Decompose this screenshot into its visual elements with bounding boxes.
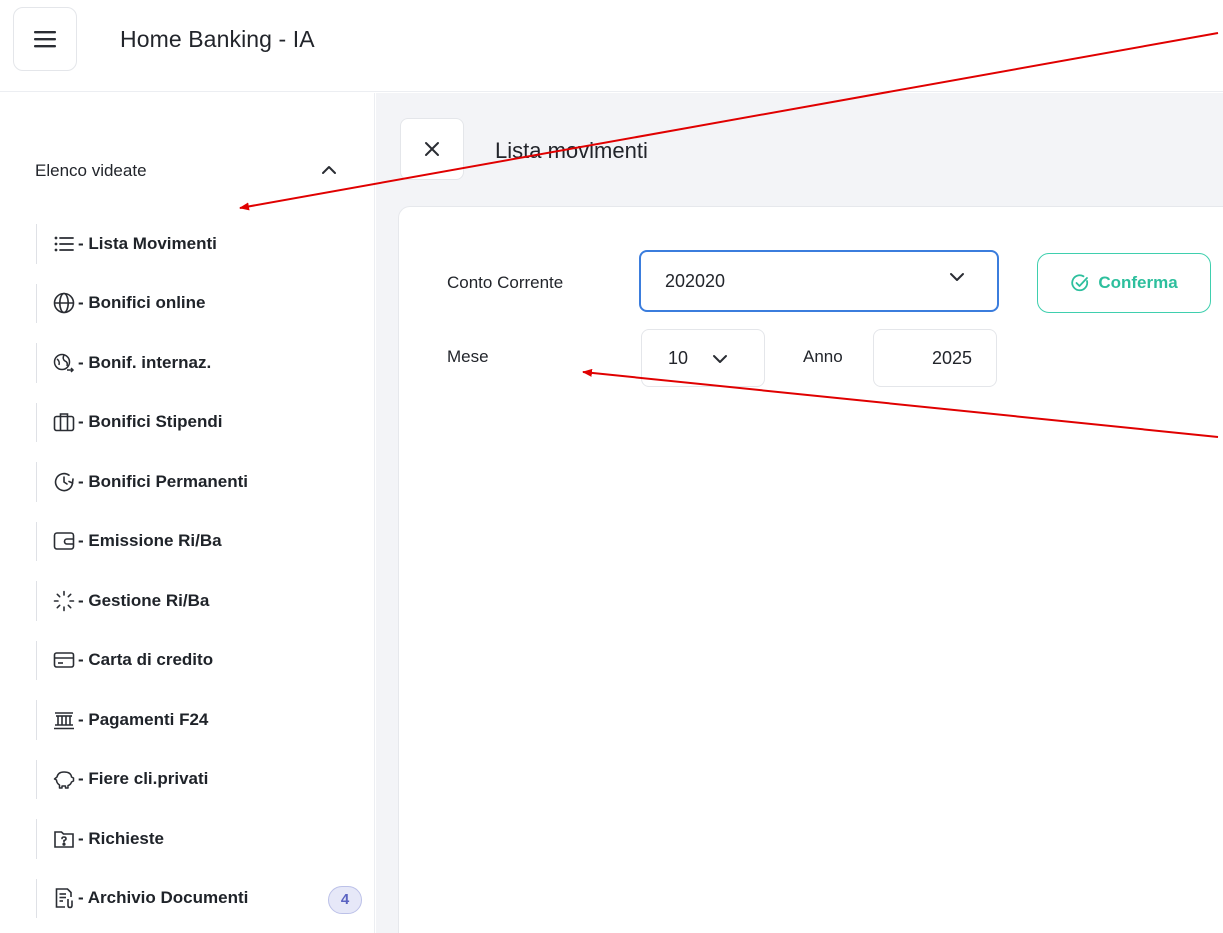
credit-card-icon xyxy=(52,648,76,672)
clock-refresh-icon xyxy=(52,470,76,494)
sidebar-item-emissione-riba[interactable]: - Emissione Ri/Ba xyxy=(36,512,376,572)
sidebar-item-bonifici-stipendi[interactable]: - Bonifici Stipendi xyxy=(36,393,376,453)
sidebar-item-bonif-internaz[interactable]: - Bonif. internaz. xyxy=(36,333,376,393)
app-title: Home Banking - IA xyxy=(120,26,315,52)
month-select[interactable]: 10 xyxy=(641,329,765,387)
list-icon xyxy=(52,232,76,256)
sidebar-item-bonifici-online[interactable]: - Bonifici online xyxy=(36,274,376,334)
sidebar-item-fiere-cli-privati[interactable]: - Fiere cli.privati xyxy=(36,750,376,810)
sidebar-item-label: - Emissione Ri/Ba xyxy=(78,531,222,551)
sidebar-item-label: - Richieste xyxy=(78,828,164,848)
confirm-button-label: Conferma xyxy=(1098,273,1178,292)
sidebar-item-archivio-documenti[interactable]: - Archivio Documenti 4 xyxy=(36,869,376,929)
sidebar-item-lista-movimenti[interactable]: - Lista Movimenti xyxy=(36,214,376,274)
month-label: Mese xyxy=(447,347,489,366)
sidebar-item-label: - Bonif. internaz. xyxy=(78,352,212,372)
sidebar-item-label: - Pagamenti F24 xyxy=(78,709,209,729)
sidebar-item-gestione-riba[interactable]: - Gestione Ri/Ba xyxy=(36,571,376,631)
year-input-value: 2025 xyxy=(931,347,972,368)
year-input[interactable]: 2025 xyxy=(873,329,997,387)
sidebar-item-label: - Fiere cli.privati xyxy=(78,769,209,789)
sidebar-item-pagamenti-f24[interactable]: - Pagamenti F24 xyxy=(36,690,376,750)
briefcase-icon xyxy=(52,410,76,434)
international-transfer-icon xyxy=(52,351,76,375)
sidebar-item-label: - Gestione Ri/Ba xyxy=(78,590,210,610)
question-folder-icon xyxy=(52,827,76,851)
confirm-button[interactable]: Conferma xyxy=(1037,253,1211,313)
account-select-value: 202020 xyxy=(665,270,726,291)
menu-button[interactable] xyxy=(13,7,77,71)
sidebar: Elenco videate - Lista Movimenti - Bonif… xyxy=(0,93,375,933)
bank-icon xyxy=(52,708,76,732)
sidebar-collapse-toggle[interactable] xyxy=(318,159,340,181)
globe-icon xyxy=(52,291,76,315)
sidebar-item-bonifici-permanenti[interactable]: - Bonifici Permanenti xyxy=(36,452,376,512)
sidebar-item-label: - Bonifici Permanenti xyxy=(78,471,249,491)
sidebar-item-label: - Bonifici online xyxy=(78,293,206,313)
close-icon xyxy=(425,142,439,156)
sidebar-item-label: - Bonifici Stipendi xyxy=(78,412,223,432)
chevron-up-icon xyxy=(322,166,336,174)
account-label: Conto Corrente xyxy=(447,273,564,292)
check-circle-icon xyxy=(1071,274,1089,292)
hamburger-icon xyxy=(34,31,56,48)
account-select[interactable]: 202020 xyxy=(639,250,999,312)
wallet-icon xyxy=(52,529,76,553)
close-button[interactable] xyxy=(400,118,464,180)
month-select-value: 10 xyxy=(668,347,689,368)
top-bar: Home Banking - IA xyxy=(0,0,1223,92)
chevron-down-icon xyxy=(713,355,727,363)
count-badge: 4 xyxy=(328,885,362,914)
sidebar-item-label: - Carta di credito xyxy=(78,650,214,670)
main-content: Lista movimenti Conto Corrente 202020 Co… xyxy=(376,93,1223,933)
sidebar-item-label: - Lista Movimenti xyxy=(78,233,217,253)
loader-icon xyxy=(52,589,76,613)
page-title: Lista movimenti xyxy=(495,138,648,163)
piggy-bank-icon xyxy=(52,767,76,791)
filter-card: Conto Corrente 202020 Conferma Mese 10 A… xyxy=(398,206,1223,933)
document-attachment-icon xyxy=(52,886,76,910)
year-label: Anno xyxy=(803,347,843,366)
sidebar-section-title: Elenco videate xyxy=(35,161,147,180)
sidebar-item-richieste[interactable]: - Richieste xyxy=(36,809,376,869)
chevron-down-icon xyxy=(950,273,964,281)
sidebar-item-carta-di-credito[interactable]: - Carta di credito xyxy=(36,631,376,691)
sidebar-menu: - Lista Movimenti - Bonifici online - Bo… xyxy=(36,214,376,928)
sidebar-item-label: - Archivio Documenti xyxy=(78,888,249,908)
